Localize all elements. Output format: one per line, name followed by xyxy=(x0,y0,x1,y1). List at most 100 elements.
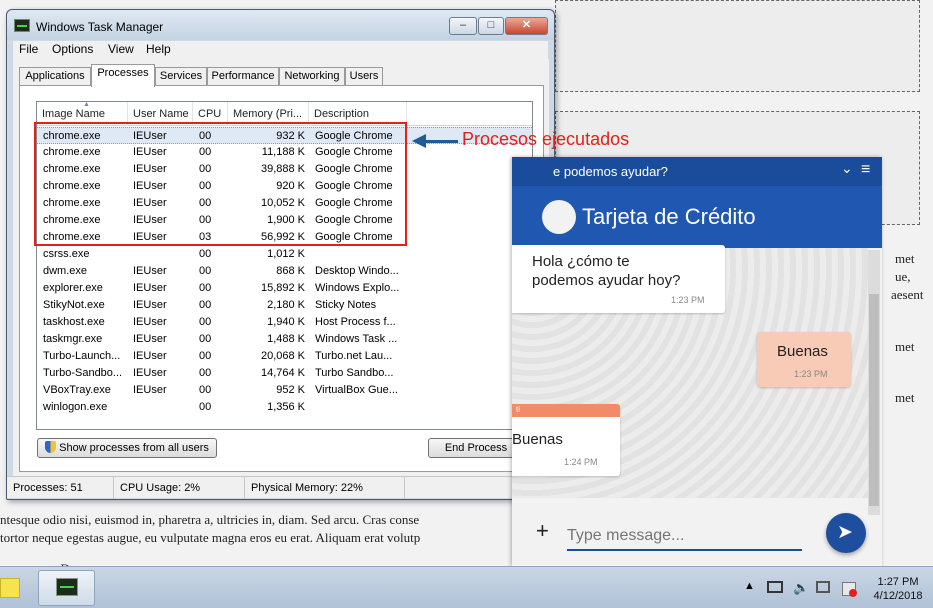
cell-cpu: 00 xyxy=(199,384,212,396)
cell-description: VirtualBox Gue... xyxy=(315,384,398,396)
chat-top-title: e podemos ayudar? xyxy=(553,164,668,179)
table-row[interactable]: taskmgr.exe IEUser 00 1,488 K Windows Task .… xyxy=(37,331,532,348)
chat-top-bar[interactable]: e podemos ayudar? ⌄ ≡ xyxy=(512,157,882,186)
menu-file[interactable]: File xyxy=(19,42,38,56)
show-all-processes-button[interactable]: Show processes from all users xyxy=(37,438,217,458)
cell-description: Turbo.net Lau... xyxy=(315,350,393,362)
cell-image-name: taskhost.exe xyxy=(43,316,105,328)
menu-help[interactable]: Help xyxy=(146,42,171,56)
table-row[interactable]: winlogon.exe 00 1,356 K xyxy=(37,399,532,416)
taskbar: ▲ 🔈 1:27 PM 4/12/2018 xyxy=(0,566,933,608)
send-button[interactable]: ➤ xyxy=(826,513,866,553)
menu-view[interactable]: View xyxy=(108,42,134,56)
cell-cpu: 00 xyxy=(199,367,212,379)
cell-description xyxy=(315,246,407,263)
cell-memory: 20,068 K xyxy=(260,350,305,362)
cell-memory: 1,940 K xyxy=(267,316,305,328)
cell-description: Turbo Sandbo... xyxy=(315,367,394,379)
menu-options[interactable]: Options xyxy=(52,42,93,56)
cell-user-name: IEUser xyxy=(133,384,167,396)
uac-shield-icon xyxy=(45,441,57,453)
cell-description: Windows Explo... xyxy=(315,282,400,294)
network-icon[interactable] xyxy=(816,581,830,593)
minimize-button[interactable]: – xyxy=(449,17,477,35)
cell-memory: 1,488 K xyxy=(267,333,305,345)
message-input[interactable] xyxy=(567,523,802,551)
cell-memory: 1,012 K xyxy=(267,248,305,260)
send-icon: ➤ xyxy=(837,522,853,543)
chat-messages[interactable]: Hola ¿cómo te podemos ayudar hoy? 1:23 P… xyxy=(512,245,868,498)
table-row[interactable]: taskhost.exe IEUser 00 1,940 K Host Process … xyxy=(37,314,532,331)
annotation-arrow-icon xyxy=(412,134,426,148)
bg-text-fragment: aesent xyxy=(891,287,924,302)
close-button[interactable]: ✕ xyxy=(505,17,548,35)
cell-cpu: 00 xyxy=(199,401,212,413)
tab-users[interactable]: Users xyxy=(345,67,383,86)
cell-image-name: Turbo-Launch... xyxy=(43,350,121,362)
end-process-button[interactable]: End Process xyxy=(428,438,524,458)
cell-description: Host Process f... xyxy=(315,316,396,328)
bg-text-fragment: met xyxy=(895,390,915,405)
chat-header-title: Tarjeta de Crédito xyxy=(582,204,756,229)
cell-user-name: IEUser xyxy=(133,367,167,379)
tab-applications[interactable]: Applications xyxy=(19,67,91,86)
show-hidden-icons-icon[interactable]: ▲ xyxy=(744,580,760,596)
message-text: Buenas xyxy=(777,343,828,360)
menu-icon[interactable]: ≡ xyxy=(861,161,870,179)
message-time: 1:24 PM xyxy=(564,457,598,467)
cell-user-name: IEUser xyxy=(133,350,167,362)
table-row[interactable]: explorer.exe IEUser 00 15,892 K Windows Expl… xyxy=(37,280,532,297)
tab-services[interactable]: Services xyxy=(155,67,207,86)
chat-scrollbar-thumb[interactable] xyxy=(869,294,879,506)
table-row[interactable]: StikyNot.exe IEUser 00 2,180 K Sticky Notes xyxy=(37,297,532,314)
cell-cpu: 00 xyxy=(199,282,212,294)
cell-cpu: 00 xyxy=(199,333,212,345)
status-processes: Processes: 51 xyxy=(7,477,114,499)
bg-paragraph-line: ntesque odio nisi, euismod in, pharetra … xyxy=(0,512,420,527)
maximize-button[interactable]: □ xyxy=(478,17,504,35)
tab-networking[interactable]: Networking xyxy=(279,67,345,86)
chevron-down-icon[interactable]: ⌄ xyxy=(841,160,853,177)
table-row[interactable]: Turbo-Sandbo... IEUser 00 14,764 K Turbo San… xyxy=(37,365,532,382)
cell-cpu: 00 xyxy=(199,316,212,328)
cell-image-name: StikyNot.exe xyxy=(43,299,105,311)
speaker-icon[interactable]: 🔈 xyxy=(793,580,809,596)
cell-memory: 868 K xyxy=(276,265,305,277)
cell-user-name: IEUser xyxy=(133,333,167,345)
highlight-box xyxy=(34,122,407,246)
tab-processes[interactable]: Processes xyxy=(91,64,155,87)
table-row[interactable]: VBoxTray.exe IEUser 00 952 K VirtualBox Gue.… xyxy=(37,382,532,399)
clock-date: 4/12/2018 xyxy=(873,590,923,602)
cell-user-name: IEUser xyxy=(133,265,167,277)
column-label: Image Name xyxy=(42,108,105,120)
sticky-notes-taskbar-icon[interactable] xyxy=(0,570,22,606)
bg-text-fragment: met xyxy=(895,251,915,266)
cell-description: Windows Task ... xyxy=(315,333,398,345)
cell-image-name: taskmgr.exe xyxy=(43,333,103,345)
monitor-icon[interactable] xyxy=(767,581,783,593)
bg-text-fragment: met xyxy=(895,339,915,354)
action-center-icon[interactable] xyxy=(842,582,857,597)
status-cpu-usage: CPU Usage: 2% xyxy=(114,477,245,499)
table-row[interactable]: dwm.exe IEUser 00 868 K Desktop Windo... xyxy=(37,263,532,280)
system-clock[interactable]: 1:27 PM 4/12/2018 xyxy=(866,575,930,603)
agent-tag-label: ti xyxy=(516,405,520,414)
task-manager-window[interactable]: Windows Task Manager – □ ✕ File Options … xyxy=(6,9,555,500)
button-label: Show processes from all users xyxy=(59,442,209,454)
task-manager-taskbar-icon[interactable] xyxy=(38,570,95,606)
chat-header: Tarjeta de Crédito xyxy=(512,186,882,248)
cell-image-name: Turbo-Sandbo... xyxy=(43,367,123,379)
table-row[interactable]: Turbo-Launch... IEUser 00 20,068 K Turbo.net… xyxy=(37,348,532,365)
cell-user-name xyxy=(133,246,193,263)
table-row[interactable]: csrss.exe 00 1,012 K xyxy=(37,246,532,263)
title-bar[interactable]: Windows Task Manager – □ ✕ xyxy=(7,10,554,40)
add-attachment-icon[interactable]: + xyxy=(536,518,549,544)
cell-memory: 952 K xyxy=(276,384,305,396)
annotation-arrow-shaft xyxy=(425,140,458,143)
cell-image-name: VBoxTray.exe xyxy=(43,384,111,396)
agent-message: ti Buenas 1:24 PM xyxy=(512,404,620,476)
user-message: Buenas 1:23 PM xyxy=(757,332,851,387)
message-text: podemos ayudar hoy? xyxy=(532,272,681,289)
tab-performance[interactable]: Performance xyxy=(207,67,279,86)
sort-ascending-icon: ▲ xyxy=(83,102,90,108)
